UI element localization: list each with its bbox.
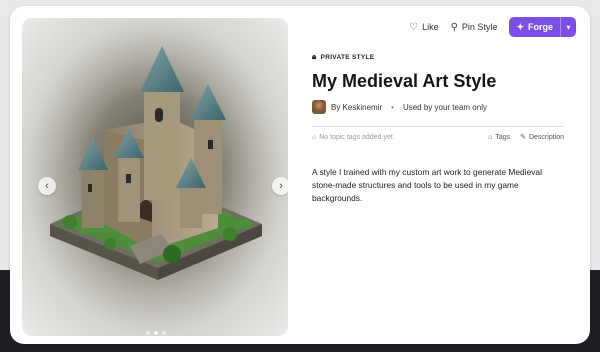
divider <box>312 126 564 127</box>
forge-label: Forge <box>527 22 553 32</box>
like-label: Like <box>422 22 439 32</box>
edit-description-button[interactable]: ✎ Description <box>520 133 564 142</box>
wand-icon: ✦ <box>516 21 524 32</box>
heart-icon: ♡ <box>409 21 419 33</box>
pin-style-button[interactable]: ⚲ Pin Style <box>451 22 498 33</box>
top-actions: ♡ Like ⚲ Pin Style ✦ Forge ▾ <box>409 16 576 38</box>
description-label: Description <box>528 133 564 141</box>
carousel-prev-button[interactable]: ‹ <box>38 177 56 195</box>
carousel-dot[interactable] <box>162 331 166 335</box>
pin-icon: ⚲ <box>450 21 458 33</box>
tags-label: Tags <box>495 133 511 141</box>
lock-icon: 🔒︎ <box>312 52 317 61</box>
carousel-dot-active[interactable] <box>154 331 158 335</box>
tags-row: ⌂ No topic tags added yet ⌂ Tags ✎ Descr… <box>312 133 564 142</box>
tag-icon: ⌂ <box>488 133 493 141</box>
style-description: A style I trained with my custom art wor… <box>312 167 542 204</box>
carousel-dot[interactable] <box>146 331 150 335</box>
tag-actions: ⌂ Tags ✎ Description <box>488 133 564 142</box>
edit-icon: ✎ <box>520 134 526 141</box>
privacy-badge: 🔒︎ PRIVATE STYLE <box>312 52 564 62</box>
usage-text: Used by your team only <box>402 102 487 112</box>
forge-dropdown-button[interactable]: ▾ <box>560 17 576 37</box>
like-button[interactable]: ♡ Like <box>409 22 438 33</box>
chevron-down-icon: ▾ <box>566 22 571 32</box>
style-card: ‹ › ♡ Like ⚲ Pin Style ✦ Forge ▾ � <box>10 6 590 344</box>
carousel-next-button[interactable]: › <box>272 177 288 195</box>
separator-dot: • <box>391 102 394 112</box>
edit-tags-button[interactable]: ⌂ Tags <box>488 134 510 141</box>
avatar[interactable] <box>312 100 326 114</box>
style-title: My Medieval Art Style <box>312 71 497 91</box>
castle-image <box>22 18 288 336</box>
forge-button-group: ✦ Forge ▾ <box>509 17 576 37</box>
author-row: By Keskinemir • Used by your team only <box>312 100 564 114</box>
style-info: 🔒︎ PRIVATE STYLE My Medieval Art Style B… <box>312 52 564 205</box>
topic-tags-empty: ⌂ No topic tags added yet <box>312 134 393 141</box>
pin-style-label: Pin Style <box>461 22 498 32</box>
carousel-dots <box>146 331 166 335</box>
forge-button[interactable]: ✦ Forge <box>509 17 560 37</box>
author-name[interactable]: By Keskinemir <box>331 103 382 112</box>
style-image-carousel[interactable]: ‹ › <box>22 18 288 336</box>
tag-icon: ⌂ <box>312 133 317 141</box>
no-tags-text: No topic tags added yet <box>319 133 393 141</box>
privacy-label: PRIVATE STYLE <box>320 53 375 61</box>
